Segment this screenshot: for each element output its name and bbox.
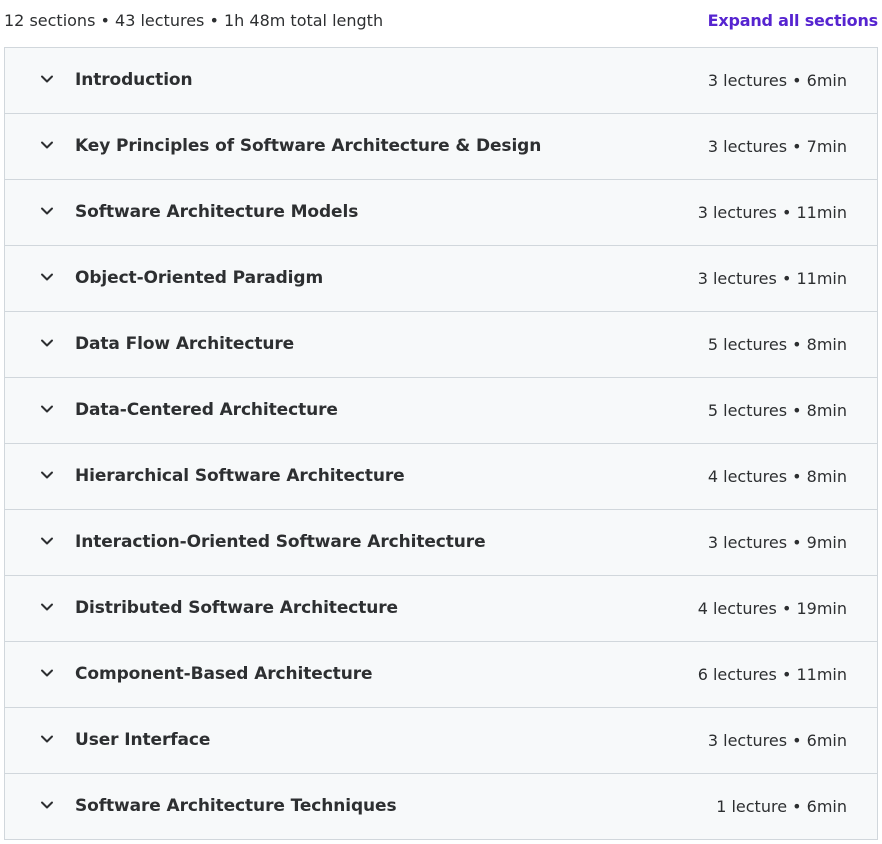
chevron-down-icon: [39, 731, 55, 747]
section-title: User Interface: [75, 730, 211, 750]
section-row-techniques[interactable]: Software Architecture Techniques 1 lectu…: [5, 774, 877, 839]
section-title: Software Architecture Techniques: [75, 796, 397, 816]
curriculum-summary-bar: 12 sections • 43 lectures • 1h 48m total…: [4, 0, 878, 44]
section-title: Key Principles of Software Architecture …: [75, 136, 542, 156]
section-title: Component-Based Architecture: [75, 664, 373, 684]
chevron-down-icon: [39, 665, 55, 681]
section-title: Software Architecture Models: [75, 202, 359, 222]
chevron-down-icon: [39, 269, 55, 285]
chevron-down-icon: [39, 467, 55, 483]
section-title: Data-Centered Architecture: [75, 400, 338, 420]
section-row-data-centered[interactable]: Data-Centered Architecture 5 lectures • …: [5, 378, 877, 444]
chevron-down-icon: [39, 599, 55, 615]
section-row-component-based[interactable]: Component-Based Architecture 6 lectures …: [5, 642, 877, 708]
section-meta: 5 lectures • 8min: [707, 335, 847, 354]
section-row-hierarchical[interactable]: Hierarchical Software Architecture 4 lec…: [5, 444, 877, 510]
chevron-down-icon: [39, 71, 55, 87]
chevron-down-icon: [39, 137, 55, 153]
chevron-down-icon: [39, 203, 55, 219]
chevron-down-icon: [39, 335, 55, 351]
section-row-key-principles[interactable]: Key Principles of Software Architecture …: [5, 114, 877, 180]
chevron-down-icon: [39, 533, 55, 549]
section-title: Data Flow Architecture: [75, 334, 295, 354]
section-meta: 4 lectures • 8min: [707, 467, 847, 486]
section-meta: 3 lectures • 6min: [707, 731, 847, 750]
section-meta: 6 lectures • 11min: [697, 665, 847, 684]
curriculum-section-list: Introduction 3 lectures • 6min Key Princ…: [4, 47, 878, 840]
chevron-down-icon: [39, 797, 55, 813]
section-row-user-interface[interactable]: User Interface 3 lectures • 6min: [5, 708, 877, 774]
section-meta: 1 lecture • 6min: [716, 797, 847, 816]
chevron-down-icon: [39, 401, 55, 417]
section-row-distributed[interactable]: Distributed Software Architecture 4 lect…: [5, 576, 877, 642]
section-title: Interaction-Oriented Software Architectu…: [75, 532, 486, 552]
expand-all-sections-button[interactable]: Expand all sections: [708, 11, 879, 30]
section-row-object-oriented[interactable]: Object-Oriented Paradigm 3 lectures • 11…: [5, 246, 877, 312]
section-row-data-flow[interactable]: Data Flow Architecture 5 lectures • 8min: [5, 312, 877, 378]
section-meta: 3 lectures • 7min: [707, 137, 847, 156]
section-title: Hierarchical Software Architecture: [75, 466, 405, 486]
section-meta: 5 lectures • 8min: [707, 401, 847, 420]
section-row-introduction[interactable]: Introduction 3 lectures • 6min: [5, 48, 877, 114]
section-meta: 3 lectures • 11min: [697, 269, 847, 288]
section-title: Distributed Software Architecture: [75, 598, 398, 618]
section-row-architecture-models[interactable]: Software Architecture Models 3 lectures …: [5, 180, 877, 246]
section-meta: 3 lectures • 9min: [707, 533, 847, 552]
section-meta: 3 lectures • 6min: [707, 71, 847, 90]
section-row-interaction-oriented[interactable]: Interaction-Oriented Software Architectu…: [5, 510, 877, 576]
section-title: Introduction: [75, 70, 193, 90]
section-meta: 3 lectures • 11min: [697, 203, 847, 222]
section-meta: 4 lectures • 19min: [697, 599, 847, 618]
curriculum-summary-text: 12 sections • 43 lectures • 1h 48m total…: [4, 11, 384, 30]
section-title: Object-Oriented Paradigm: [75, 268, 324, 288]
